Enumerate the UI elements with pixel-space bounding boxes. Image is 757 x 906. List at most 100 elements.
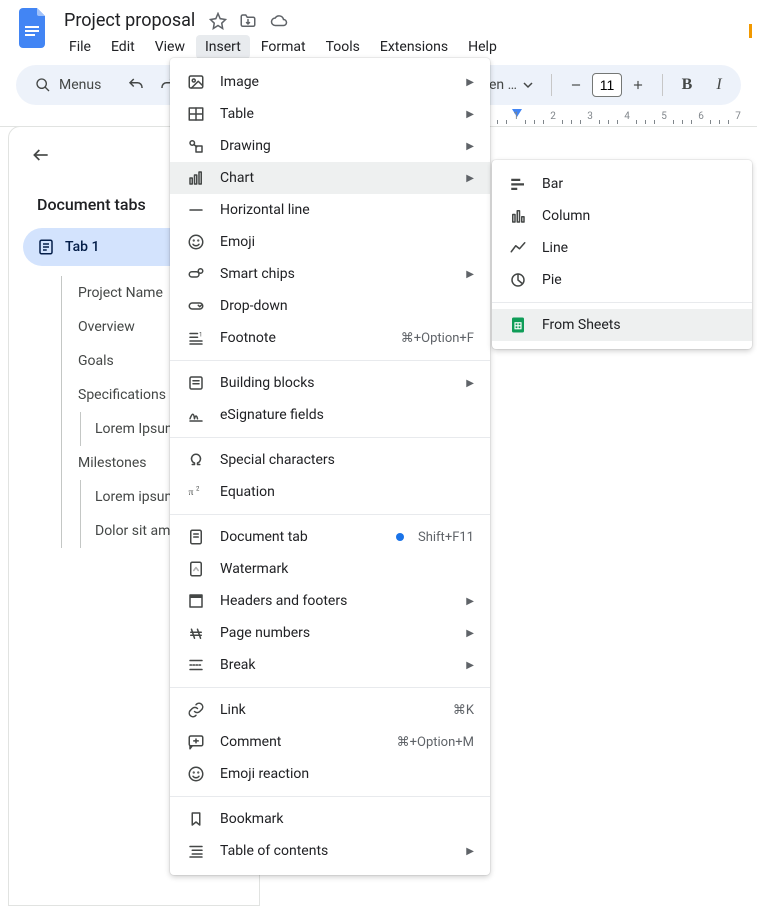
menu-extensions[interactable]: Extensions [371,35,457,59]
insert-esignature-fields[interactable]: eSignature fields [170,399,490,431]
menu-view[interactable]: View [146,35,194,59]
insert-emoji[interactable]: Emoji [170,226,490,258]
chart-submenu: BarColumn Line Pie From Sheets [492,160,752,349]
insert-smart-chips[interactable]: Smart chips ▶ [170,258,490,290]
chart-line[interactable]: Line [492,232,752,264]
emoji-icon [186,233,206,251]
menu-item-label: Pie [542,272,736,288]
shortcut-label: ⌘K [453,703,474,718]
header: Project proposal FileEditViewInsertForma… [0,0,757,59]
insert-menu: Image▶Table▶Drawing▶Chart▶Horizontal lin… [170,58,490,875]
menu-item-label: Drop-down [220,298,474,314]
tab-label: Tab 1 [65,239,99,255]
menu-item-label: Chart [220,170,444,186]
chart-column[interactable]: Column [492,200,752,232]
menu-item-label: From Sheets [542,317,736,333]
pagenum-icon [186,624,206,642]
menu-item-label: Comment [220,734,383,750]
doctab-icon [186,528,206,546]
insert-image[interactable]: Image▶ [170,66,490,98]
break-icon [186,656,206,674]
svg-text:2: 2 [196,486,200,493]
menu-item-label: Smart chips [220,266,444,282]
insert-bookmark[interactable]: Bookmark [170,803,490,835]
omega-icon [186,451,206,469]
insert-page-numbers[interactable]: Page numbers▶ [170,617,490,649]
insert-drop-down[interactable]: Drop-down [170,290,490,322]
insert-horizontal-line[interactable]: Horizontal line [170,194,490,226]
increase-font-size[interactable] [626,73,650,97]
document-title[interactable]: Project proposal [60,8,199,33]
menu-help[interactable]: Help [459,35,506,59]
undo-button[interactable] [124,73,148,97]
menu-item-label: Line [542,240,736,256]
insert-link[interactable]: Link⌘K [170,694,490,726]
insert-watermark[interactable]: Watermark [170,553,490,585]
cloud-status-icon[interactable] [269,12,289,30]
bold-button[interactable]: B [675,73,699,97]
insert-headers-and-footers[interactable]: Headers and footers▶ [170,585,490,617]
right-margin-indicator [749,24,755,38]
menu-file[interactable]: File [60,35,100,59]
link-icon [186,701,206,719]
docs-logo[interactable] [16,10,52,46]
menu-format[interactable]: Format [252,35,315,59]
bar-icon [508,175,528,193]
menubar: FileEditViewInsertFormatToolsExtensionsH… [60,35,741,59]
menu-item-label: Table [220,106,444,122]
insert-chart[interactable]: Chart ▶ [170,162,490,194]
menu-tools[interactable]: Tools [317,35,369,59]
image-icon [186,73,206,91]
search-menus[interactable]: Menus [26,72,116,98]
submenu-arrow-icon: ▶ [458,846,474,857]
chart-pie[interactable]: Pie [492,264,752,296]
insert-footnote[interactable]: 1Footnote⌘+Option+F [170,322,490,354]
insert-equation[interactable]: π2Equation [170,476,490,508]
new-badge [396,533,404,541]
submenu-arrow-icon: ▶ [458,109,474,120]
menu-item-label: Emoji [220,234,474,250]
insert-special-characters[interactable]: Special characters [170,444,490,476]
submenu-arrow-icon: ▶ [458,378,474,389]
menu-item-label: Headers and footers [220,593,444,609]
italic-button[interactable]: I [707,73,731,97]
star-icon[interactable] [209,12,227,30]
menu-item-label: Image [220,74,444,90]
menu-item-label: Emoji reaction [220,766,474,782]
move-icon[interactable] [239,12,257,30]
menu-insert[interactable]: Insert [196,35,250,59]
pie-icon [508,271,528,289]
bookmark-icon [186,810,206,828]
dropdown-icon [186,297,206,315]
insert-table-of-contents[interactable]: Table of contents ▶ [170,835,490,867]
shortcut-label: Shift+F11 [418,530,474,545]
hr-icon [186,201,206,219]
equation-icon: π2 [186,483,206,501]
svg-text:π: π [189,487,194,498]
menu-item-label: Page numbers [220,625,444,641]
menu-item-label: Horizontal line [220,202,474,218]
menu-item-label: Table of contents [220,843,444,859]
insert-break[interactable]: Break▶ [170,649,490,681]
chart-from-sheets[interactable]: From Sheets [492,309,752,341]
watermark-icon [186,560,206,578]
insert-document-tab[interactable]: Document tabShift+F11 [170,521,490,553]
shortcut-label: ⌘+Option+F [401,331,474,346]
insert-emoji-reaction[interactable]: Emoji reaction [170,758,490,790]
submenu-arrow-icon: ▶ [458,269,474,280]
line-icon [508,239,528,257]
menus-label: Menus [59,77,101,93]
font-size-input[interactable] [592,73,622,97]
insert-building-blocks[interactable]: Building blocks▶ [170,367,490,399]
menu-item-label: Bookmark [220,811,474,827]
insert-table[interactable]: Table ▶ [170,98,490,130]
insert-comment[interactable]: Comment⌘+Option+M [170,726,490,758]
menu-edit[interactable]: Edit [102,35,144,59]
headers-icon [186,592,206,610]
chart-bar[interactable]: Bar [492,168,752,200]
submenu-arrow-icon: ▶ [458,173,474,184]
insert-drawing[interactable]: Drawing▶ [170,130,490,162]
menu-item-label: Drawing [220,138,444,154]
decrease-font-size[interactable] [564,73,588,97]
menu-item-label: eSignature fields [220,407,474,423]
